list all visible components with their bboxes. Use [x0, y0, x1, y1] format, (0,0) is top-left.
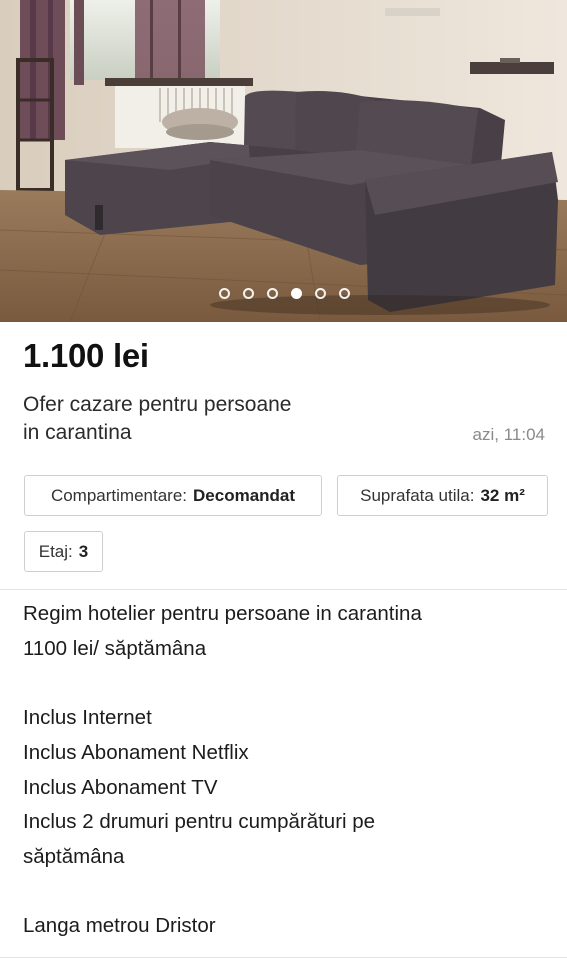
section-divider [0, 589, 567, 590]
description-line [23, 875, 553, 910]
listing-title-line-1: Ofer cazare pentru persoane [23, 393, 292, 416]
description-line: 1100 lei/ săptămâna [23, 636, 207, 660]
description-line: Inclus Abonament Netflix [23, 740, 249, 764]
attribute-value: Decomandat [193, 485, 296, 505]
gallery-dot-2[interactable] [243, 288, 254, 299]
description-line: Inclus Abonament TV [23, 775, 218, 799]
listing-page: 1.100 lei Ofer cazare pentru persoane in… [0, 0, 567, 960]
listing-title: Ofer cazare pentru persoane in carantina [23, 391, 383, 447]
gallery-dot-5[interactable] [315, 288, 326, 299]
attribute-tag-etaj[interactable]: Etaj: 3 [24, 531, 103, 572]
attribute-tag-suprafata[interactable]: Suprafata utila: 32 m² [337, 475, 548, 516]
description-line: Regim hotelier pentru persoane in carant… [23, 602, 422, 625]
attribute-label: Suprafata utila: [360, 485, 475, 505]
listing-price: 1.100 lei [23, 337, 149, 374]
gallery-dot-1[interactable] [219, 288, 230, 299]
gallery-dot-4-active[interactable] [291, 288, 302, 299]
attribute-value: 3 [78, 541, 89, 561]
photo-gallery[interactable] [0, 0, 567, 322]
gallery-pagination [0, 288, 567, 299]
attribute-label: Compartimentare: [50, 485, 188, 505]
description-line: Inclus 2 drumuri pentru cumpărături pe [23, 810, 376, 834]
listing-title-line-2: in carantina [23, 421, 132, 444]
description-line: Inclus Internet [23, 706, 152, 730]
gallery-dot-3[interactable] [267, 288, 278, 299]
attribute-label: Etaj: [38, 541, 73, 561]
attribute-value: 32 m² [480, 485, 525, 505]
gallery-dot-6[interactable] [339, 288, 350, 299]
description-line: săptămâna [23, 844, 125, 868]
description-line: Langa metrou Dristor [23, 914, 216, 938]
listing-photo[interactable] [0, 0, 567, 322]
bottom-divider [0, 957, 567, 958]
attribute-tag-compartimentare[interactable]: Compartimentare: Decomandat [24, 475, 322, 516]
posted-date: azi, 11:04 [472, 425, 545, 444]
description-line [23, 666, 553, 701]
listing-description: Regim hotelier pentru persoane in carant… [23, 597, 553, 944]
